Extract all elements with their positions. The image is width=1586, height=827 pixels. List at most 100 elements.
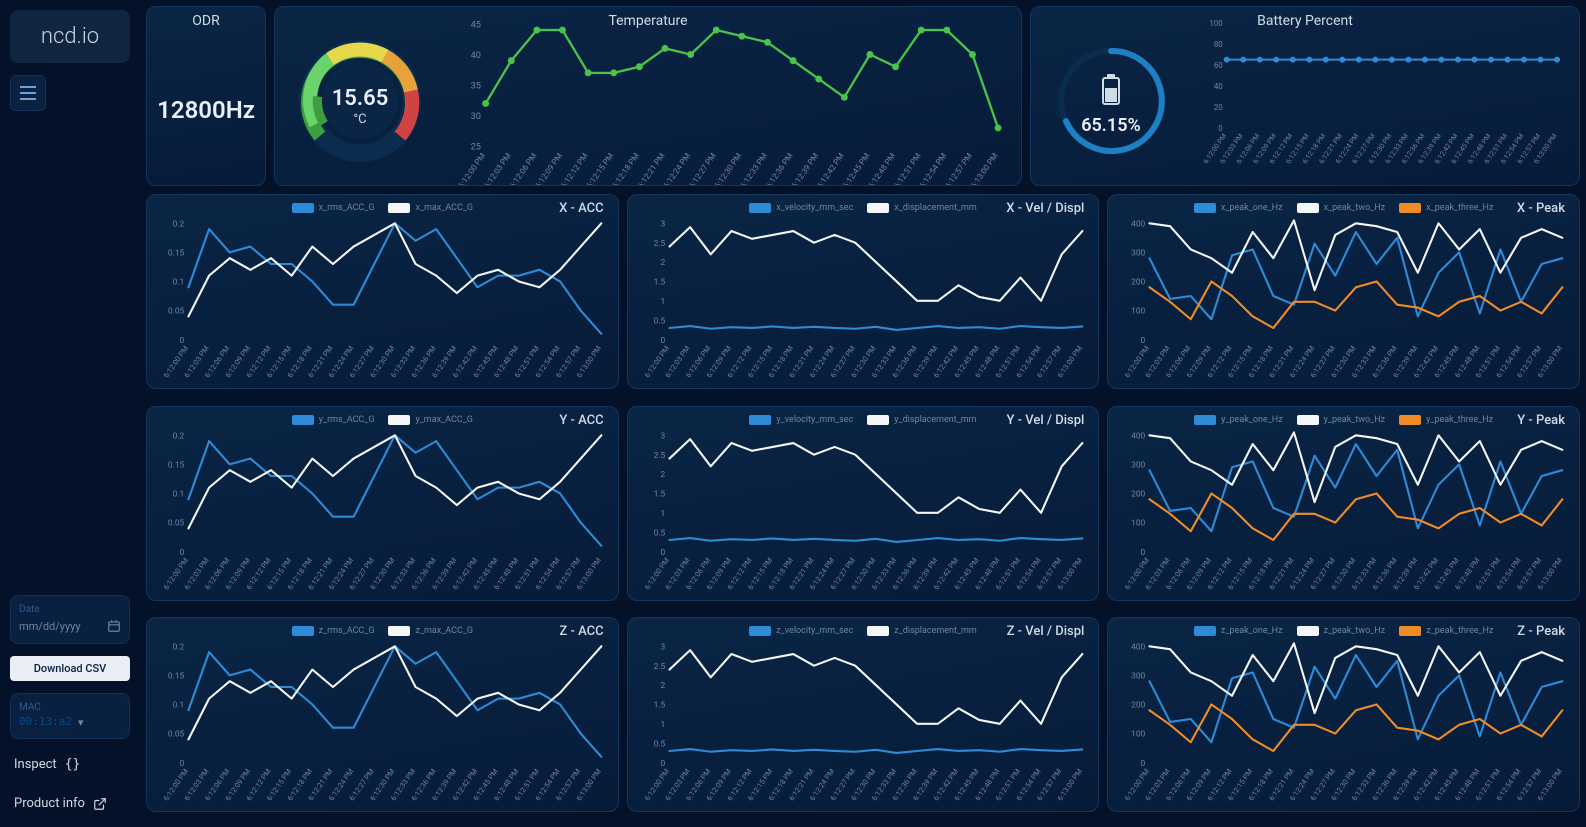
temperature-gauge-unit: °C — [353, 112, 366, 127]
date-input[interactable]: mm/dd/yyyy — [19, 617, 121, 635]
svg-text:25: 25 — [471, 142, 481, 153]
menu-toggle-button[interactable] — [10, 75, 46, 111]
inspect-label: Inspect — [14, 757, 57, 772]
svg-text:300: 300 — [1131, 672, 1145, 682]
chart-legend: x_rms_ACC_G x_max_ACC_G — [157, 201, 608, 217]
chart-title: Z - ACC — [559, 624, 603, 639]
svg-text:300: 300 — [1131, 249, 1145, 259]
svg-text:3: 3 — [660, 643, 665, 653]
chart-legend: x_peak_one_Hz x_peak_two_Hz x_peak_three_H… — [1118, 201, 1569, 217]
calendar-icon — [107, 619, 121, 633]
legend-item[interactable]: x_velocity_mm_sec — [749, 203, 853, 213]
chart-legend: z_peak_one_Hz z_peak_two_Hz z_peak_three_H… — [1118, 624, 1569, 640]
legend-item[interactable]: y_displacement_mm — [867, 415, 976, 425]
svg-text:0.1: 0.1 — [173, 701, 185, 711]
svg-text:0.2: 0.2 — [173, 643, 185, 653]
odr-title: ODR — [147, 7, 265, 35]
z-acc-chart: Z - ACCz_rms_ACC_Gz_max_ACC_G00.050.10.1… — [146, 617, 619, 812]
x-acc-chart: X - ACCx_rms_ACC_Gx_max_ACC_G00.050.10.1… — [146, 194, 619, 389]
legend-item[interactable]: x_peak_one_Hz — [1194, 203, 1283, 213]
temperature-card: Temperature 15.65 °C — [274, 6, 1022, 186]
svg-text:0.15: 0.15 — [168, 249, 185, 259]
svg-text:200: 200 — [1131, 701, 1145, 711]
z-vel-chart: Z - Vel / Displz_velocity_mm_secz_displa… — [627, 617, 1100, 812]
legend-item[interactable]: z_max_ACC_G — [388, 626, 473, 636]
svg-text:6:12:00 PM: 6:12:00 PM — [457, 151, 488, 186]
svg-text:400: 400 — [1131, 643, 1145, 653]
svg-text:2.5: 2.5 — [653, 450, 665, 460]
sidebar: ncd.io Date mm/dd/yyyy Download CSV MAC … — [0, 0, 140, 827]
svg-text:1.5: 1.5 — [653, 278, 665, 288]
chart-legend: y_rms_ACC_G y_max_ACC_G — [157, 413, 608, 429]
legend-item[interactable]: z_rms_ACC_G — [292, 626, 375, 636]
legend-item[interactable]: z_peak_three_Hz — [1399, 626, 1493, 636]
svg-text:100: 100 — [1131, 730, 1145, 740]
svg-text:2: 2 — [660, 682, 665, 692]
legend-item[interactable]: x_displacement_mm — [867, 203, 976, 213]
date-label: Date — [19, 604, 121, 615]
chart-title: X - Vel / Displ — [1006, 201, 1084, 216]
legend-item[interactable]: x_rms_ACC_G — [292, 203, 375, 213]
external-link-icon — [93, 797, 107, 811]
battery-title: Battery Percent — [1031, 7, 1579, 35]
chart-title: Z - Peak — [1517, 624, 1565, 639]
legend-item[interactable]: z_velocity_mm_sec — [749, 626, 853, 636]
inspect-link[interactable]: Inspect {} — [10, 751, 130, 778]
svg-text:2.5: 2.5 — [653, 662, 665, 672]
svg-text:30: 30 — [471, 111, 481, 122]
legend-item[interactable]: y_peak_two_Hz — [1297, 415, 1385, 425]
svg-text:0.5: 0.5 — [653, 316, 665, 326]
legend-item[interactable]: z_peak_one_Hz — [1194, 626, 1283, 636]
braces-icon: {} — [65, 757, 81, 772]
svg-text:0.5: 0.5 — [653, 740, 665, 750]
legend-item[interactable]: x_peak_two_Hz — [1297, 203, 1386, 213]
product-info-label: Product info — [14, 796, 85, 811]
y-acc-chart: Y - ACCy_rms_ACC_Gy_max_ACC_G00.050.10.1… — [146, 406, 619, 601]
y-vel-chart: Y - Vel / Displ y_velocity_mm_sec y_displa… — [627, 406, 1100, 601]
svg-text:400: 400 — [1131, 431, 1145, 441]
svg-text:2.5: 2.5 — [653, 239, 665, 249]
temperature-gauge-value: 15.65 — [332, 86, 389, 111]
chart-legend: y_peak_one_Hz y_peak_two_Hz y_peak_three_H… — [1118, 413, 1569, 429]
download-csv-button[interactable]: Download CSV — [10, 656, 130, 681]
legend-item[interactable]: y_max_ACC_G — [388, 415, 472, 425]
legend-item[interactable]: y_peak_one_Hz — [1194, 415, 1282, 425]
svg-text:0.1: 0.1 — [173, 278, 185, 288]
legend-item[interactable]: y_peak_three_Hz — [1399, 415, 1493, 425]
mac-select[interactable]: 00:13:a2 — [19, 715, 72, 730]
legend-item[interactable]: z_displacement_mm — [867, 626, 976, 636]
svg-text:0.15: 0.15 — [168, 672, 185, 682]
svg-text:2: 2 — [660, 258, 665, 268]
legend-item[interactable]: y_velocity_mm_sec — [749, 415, 853, 425]
svg-text:0.05: 0.05 — [168, 730, 185, 740]
svg-text:100: 100 — [1131, 518, 1145, 528]
product-info-link[interactable]: Product info — [10, 790, 130, 817]
legend-item[interactable]: x_peak_three_Hz — [1399, 203, 1493, 213]
legend-item[interactable]: x_max_ACC_G — [388, 203, 473, 213]
mac-label: MAC — [19, 702, 121, 713]
mac-card: MAC 00:13:a2 ▾ — [10, 693, 130, 739]
svg-text:1.5: 1.5 — [653, 701, 665, 711]
svg-text:0.1: 0.1 — [173, 489, 185, 499]
odr-card: ODR 12800Hz — [146, 6, 266, 186]
odr-value: 12800Hz — [147, 35, 265, 185]
x-peak-chart: X - Peakx_peak_one_Hzx_peak_two_Hzx_peak… — [1107, 194, 1580, 389]
hamburger-icon — [19, 86, 37, 100]
svg-text:80: 80 — [1214, 40, 1223, 49]
temperature-gauge: 15.65 °C — [285, 21, 435, 171]
date-placeholder: mm/dd/yyyy — [19, 620, 81, 633]
svg-text:3: 3 — [660, 431, 665, 441]
legend-item[interactable]: y_rms_ACC_G — [292, 415, 375, 425]
temperature-title: Temperature — [275, 7, 1021, 35]
x-vel-chart: X - Vel / Displ x_velocity_mm_sec x_displa… — [627, 194, 1100, 389]
logo: ncd.io — [10, 10, 130, 63]
chart-title: Y - Peak — [1517, 413, 1565, 428]
svg-text:1: 1 — [660, 297, 665, 307]
chart-title: Y - Vel / Displ — [1006, 413, 1084, 428]
svg-text:60: 60 — [1214, 61, 1223, 70]
y-peak-chart: Y - Peaky_peak_one_Hzy_peak_two_Hzy_peak… — [1107, 406, 1580, 601]
legend-item[interactable]: z_peak_two_Hz — [1297, 626, 1386, 636]
svg-text:300: 300 — [1131, 460, 1145, 470]
dashboard-main: ODR 12800Hz Temperature — [140, 0, 1586, 827]
svg-text:0.2: 0.2 — [173, 219, 185, 229]
